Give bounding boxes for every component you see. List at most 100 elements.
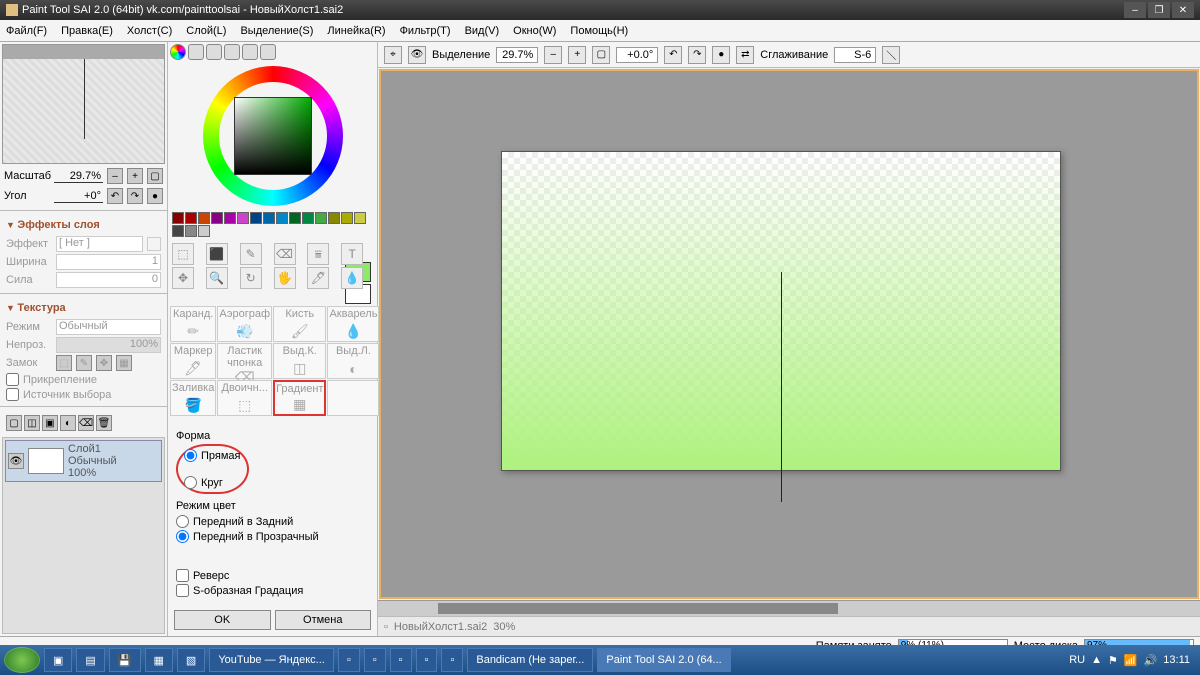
- brush-Маркер[interactable]: Маркер🖊: [170, 343, 216, 379]
- rotation-field[interactable]: +0.0°: [616, 47, 658, 63]
- taskbar-app[interactable]: YouTube — Яндекс...: [209, 648, 334, 672]
- brush-Кисть[interactable]: Кисть🖌: [273, 306, 326, 342]
- brush-Ластик чпонка[interactable]: Ластик чпонка⌫: [217, 343, 272, 379]
- color-mixer-tab[interactable]: [224, 44, 240, 60]
- swatch[interactable]: [289, 212, 301, 224]
- tool-button[interactable]: ↻: [240, 267, 262, 289]
- rot-cw-icon[interactable]: ↷: [688, 46, 706, 64]
- color-rgb-tab[interactable]: [188, 44, 204, 60]
- taskbar-explorer-icon[interactable]: ▣: [44, 648, 72, 672]
- taskbar-pin-icon[interactable]: ▤: [76, 648, 104, 672]
- zoom-field[interactable]: 29.7%: [496, 47, 538, 63]
- tray-flag-icon[interactable]: ⚑: [1108, 654, 1118, 667]
- brush-Каранд.[interactable]: Каранд.✏: [170, 306, 216, 342]
- swatch[interactable]: [172, 225, 184, 237]
- tool-button[interactable]: ✥: [172, 267, 194, 289]
- effect-select[interactable]: [ Нет ]: [56, 236, 143, 252]
- effect-color[interactable]: [147, 237, 161, 251]
- swatch[interactable]: [185, 212, 197, 224]
- color-scratch-tab[interactable]: [260, 44, 276, 60]
- swatch[interactable]: [328, 212, 340, 224]
- rot-ccw-icon[interactable]: ↶: [664, 46, 682, 64]
- zoom-in-button[interactable]: +: [127, 168, 143, 184]
- color-swatch-tab[interactable]: [242, 44, 258, 60]
- new-folder-button[interactable]: ▣: [42, 415, 58, 431]
- taskbar-app[interactable]: ▫: [441, 648, 463, 672]
- tool-button[interactable]: ⩸: [307, 243, 329, 265]
- brush-Акварель[interactable]: Акварель💧: [327, 306, 379, 342]
- start-button[interactable]: [4, 647, 40, 673]
- brush-Двоичн...[interactable]: Двоичн...⬚: [217, 380, 272, 416]
- delete-layer-button[interactable]: 🗑: [96, 415, 112, 431]
- color-wheel[interactable]: [168, 62, 377, 210]
- horizontal-scrollbar[interactable]: [378, 600, 1200, 616]
- tool-button[interactable]: ⌫: [274, 243, 296, 265]
- minimize-button[interactable]: –: [1124, 2, 1146, 18]
- brush-icon[interactable]: ＼: [882, 46, 900, 64]
- swatch[interactable]: [354, 212, 366, 224]
- menu-item[interactable]: Холст(C): [127, 25, 172, 37]
- taskbar-pin2-icon[interactable]: 💾: [109, 648, 141, 672]
- tray-up-icon[interactable]: ▲: [1091, 654, 1102, 666]
- tool-button[interactable]: 🔍: [206, 267, 228, 289]
- taskbar-app[interactable]: ▫: [364, 648, 386, 672]
- tool-button[interactable]: 💧: [341, 267, 363, 289]
- fx-power-value[interactable]: 0: [56, 272, 161, 288]
- cancel-button[interactable]: Отмена: [275, 610, 372, 630]
- brush-Градиент[interactable]: Градиент▦: [273, 380, 326, 416]
- zoom-out-button[interactable]: –: [107, 168, 123, 184]
- canvas-viewport[interactable]: [379, 69, 1199, 599]
- tool-button[interactable]: ⬚: [172, 243, 194, 265]
- taskbar[interactable]: ▣ ▤ 💾 ▦ ▧ YouTube — Яндекс...▫▫▫▫▫Bandic…: [0, 645, 1200, 675]
- menu-item[interactable]: Помощь(H): [570, 25, 628, 37]
- taskbar-pin4-icon[interactable]: ▧: [177, 648, 205, 672]
- clock[interactable]: 13:11: [1163, 654, 1190, 666]
- swatch[interactable]: [224, 212, 236, 224]
- rotate-reset-button[interactable]: ●: [147, 188, 163, 204]
- view-icon[interactable]: 👁: [408, 46, 426, 64]
- brush-Заливка[interactable]: Заливка🪣: [170, 380, 216, 416]
- brush-empty[interactable]: [327, 380, 379, 416]
- lock-all-button[interactable]: ⬚: [56, 355, 72, 371]
- swatch[interactable]: [341, 212, 353, 224]
- layer-fx-header[interactable]: Эффекты слоя: [0, 215, 167, 235]
- taskbar-app[interactable]: ▫: [416, 648, 438, 672]
- lock-move-button[interactable]: ✥: [96, 355, 112, 371]
- fx-width-value[interactable]: 1: [56, 254, 161, 270]
- color-hsv-tab[interactable]: [206, 44, 222, 60]
- swatch[interactable]: [185, 225, 197, 237]
- swatch[interactable]: [250, 212, 262, 224]
- navigator[interactable]: [2, 44, 165, 164]
- layer-item[interactable]: 👁 Слой1 Обычный 100%: [5, 440, 162, 482]
- system-tray[interactable]: RU ▲ ⚑ 📶 🔊 13:11: [1063, 654, 1196, 667]
- visibility-icon[interactable]: 👁: [8, 453, 24, 469]
- swatch[interactable]: [198, 225, 210, 237]
- swatch[interactable]: [198, 212, 210, 224]
- zoom-fit-button[interactable]: ▢: [147, 168, 163, 184]
- taskbar-app[interactable]: Bandicam (Не зарег...: [467, 648, 593, 672]
- doc-name[interactable]: НовыйХолст1.sai2: [394, 621, 487, 633]
- tray-net-icon[interactable]: 📶: [1124, 654, 1138, 667]
- layer-list[interactable]: 👁 Слой1 Обычный 100%: [2, 437, 165, 634]
- menu-item[interactable]: Фильтр(T): [400, 25, 451, 37]
- blend-mode-select[interactable]: Обычный: [56, 319, 161, 335]
- taskbar-app[interactable]: ▫: [338, 648, 360, 672]
- shape-line-radio[interactable]: Прямая: [184, 448, 241, 463]
- opacity-value[interactable]: 100%: [56, 337, 161, 353]
- new-layer-button[interactable]: ▢: [6, 415, 22, 431]
- rotate-ccw-button[interactable]: ↶: [107, 188, 123, 204]
- swatch[interactable]: [315, 212, 327, 224]
- rotate-cw-button[interactable]: ↷: [127, 188, 143, 204]
- brush-Выд.К.[interactable]: Выд.К.◫: [273, 343, 326, 379]
- swatch[interactable]: [211, 212, 223, 224]
- swatch[interactable]: [276, 212, 288, 224]
- reverse-checkbox[interactable]: Реверс: [176, 568, 369, 583]
- scale-value[interactable]: 29.7%: [54, 170, 103, 183]
- stabilizer-icon[interactable]: ⌖: [384, 46, 402, 64]
- clipping-checkbox[interactable]: [6, 373, 19, 386]
- lock-alpha-button[interactable]: ▦: [116, 355, 132, 371]
- brush-Выд.Л.[interactable]: Выд.Л.◐: [327, 343, 379, 379]
- tool-button[interactable]: T: [341, 243, 363, 265]
- tool-button[interactable]: 🖐: [274, 267, 296, 289]
- clear-layer-button[interactable]: ⌫: [78, 415, 94, 431]
